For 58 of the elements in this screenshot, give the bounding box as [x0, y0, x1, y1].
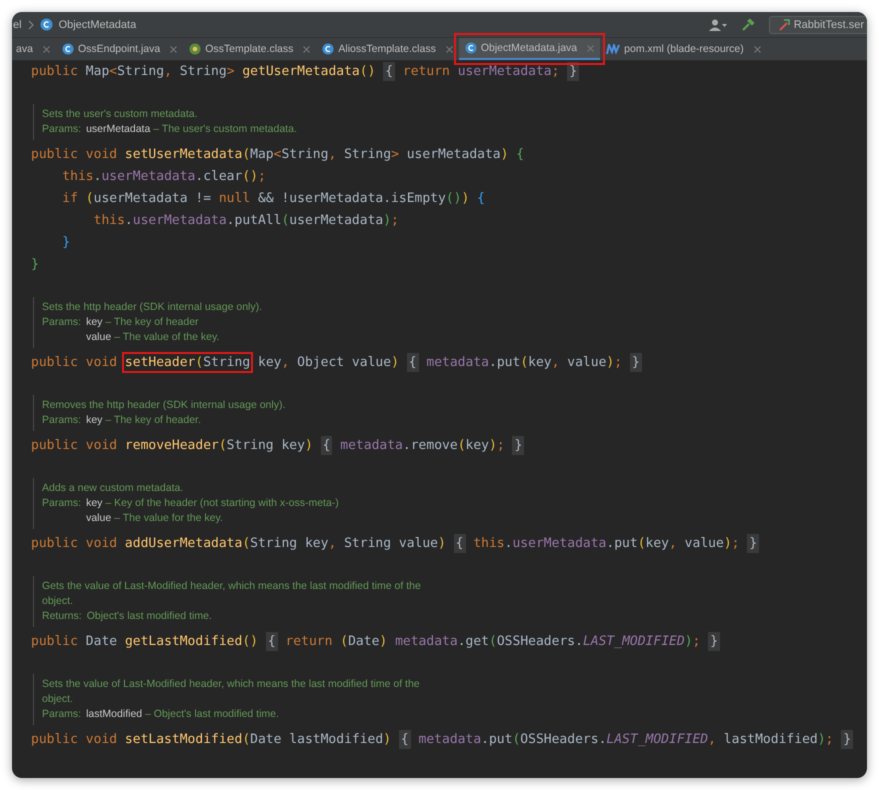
close-icon[interactable]	[754, 46, 761, 52]
doc-label: Params:	[42, 707, 82, 722]
run-config-label: RabbitTest.ser	[794, 18, 864, 30]
run-configuration[interactable]: RabbitTest.ser	[768, 16, 867, 34]
class-icon	[322, 43, 334, 55]
close-icon[interactable]	[303, 46, 310, 52]
close-icon[interactable]	[170, 46, 178, 52]
close-icon[interactable]	[587, 44, 594, 52]
doc-param: lastModified – Object's last modified time.	[86, 707, 279, 722]
code-line: key, Object value) { metadata.put(key, value); }	[256, 353, 642, 372]
editor-tab[interactable]: OssEndpoint.java	[56, 38, 184, 60]
code-line: public Date getLastModified() { return (Date) metadata.get(OSSHeaders.LAST_MODIFIED); }	[31, 632, 720, 651]
code-line: public void setUserMetadata(Map<String, String> userMetadata) {	[31, 147, 524, 162]
doc-text: Sets the user's custom metadata.	[42, 107, 198, 122]
code-line: public void removeHeader(String key) { metadata.remove(key); }	[31, 436, 524, 455]
test-run-icon	[778, 18, 790, 30]
doc-text: Sets the value of Last-Modified header, which means the last modified time of the object.	[42, 677, 421, 707]
code-line: }	[31, 257, 39, 272]
doc-text: Removes the http header (SDK internal usage only).	[42, 398, 286, 413]
editor-tab[interactable]: OssTemplate.class	[183, 38, 316, 60]
compiled-class-icon	[189, 43, 202, 55]
doc-param: value – The value of the key.	[86, 330, 220, 345]
code-line: public void addUserMetadata(String key, String value) { this.userMetadata.put(key, value); }	[31, 534, 760, 553]
doc-param: key – Key of the header (not starting with x-oss-meta-)	[86, 496, 339, 511]
doc-param: key – The key of header	[86, 315, 200, 330]
annotation-box: setHeader(String	[124, 355, 250, 370]
code-line: public void setLastModified(Date lastModified) { metadata.put(OSSHeaders.LAST_MODIFIED, lastModified); }	[31, 730, 854, 749]
code-line: this.userMetadata.clear();	[61, 169, 266, 184]
code-line: public Map<String, String> getUserMetadata() { return userMetadata; }	[31, 62, 580, 81]
doc-text: Gets the value of Last-Modified header, which means the last modified time of the object.	[42, 579, 422, 609]
class-icon	[40, 18, 53, 31]
doc-text: Adds a new custom metadata.	[42, 481, 184, 496]
breadcrumb-item[interactable]: ObjectMetadata	[58, 18, 136, 30]
close-icon[interactable]	[446, 46, 453, 52]
editor-tab[interactable]: pom.xml (blade-resource)	[600, 38, 767, 60]
code-line: this.userMetadata.putAll(userMetadata);	[92, 213, 399, 228]
close-icon[interactable]	[42, 46, 50, 52]
code-line: }	[61, 235, 70, 250]
code-line: if (userMetadata != null && !userMetadata.isEmpty()) {	[61, 191, 485, 206]
doc-text: Object's last modified time.	[86, 609, 212, 624]
doc-param: key – The key of header.	[86, 413, 201, 428]
doc-label: Params:	[42, 315, 82, 330]
editor-tab[interactable]: ava	[12, 38, 56, 60]
doc-label: Params:	[42, 122, 82, 137]
user-icon[interactable]	[708, 18, 727, 30]
doc-label: Returns:	[42, 609, 82, 624]
class-icon	[464, 42, 477, 54]
chevron-icon	[28, 20, 34, 30]
editor-tab[interactable]: AliossTemplate.class	[316, 38, 459, 60]
doc-text: Sets the http header (SDK internal usage only).	[42, 300, 264, 315]
doc-label: Params:	[42, 413, 82, 428]
class-icon	[62, 43, 74, 55]
hammer-icon[interactable]	[740, 18, 755, 32]
doc-param: userMetadata – The user's custom metadata.	[86, 122, 297, 137]
breadcrumb-item[interactable]: el	[13, 18, 22, 30]
code-line: public void	[31, 355, 118, 370]
doc-param: value – The value for the key.	[86, 511, 224, 526]
doc-label: Params:	[42, 496, 82, 511]
